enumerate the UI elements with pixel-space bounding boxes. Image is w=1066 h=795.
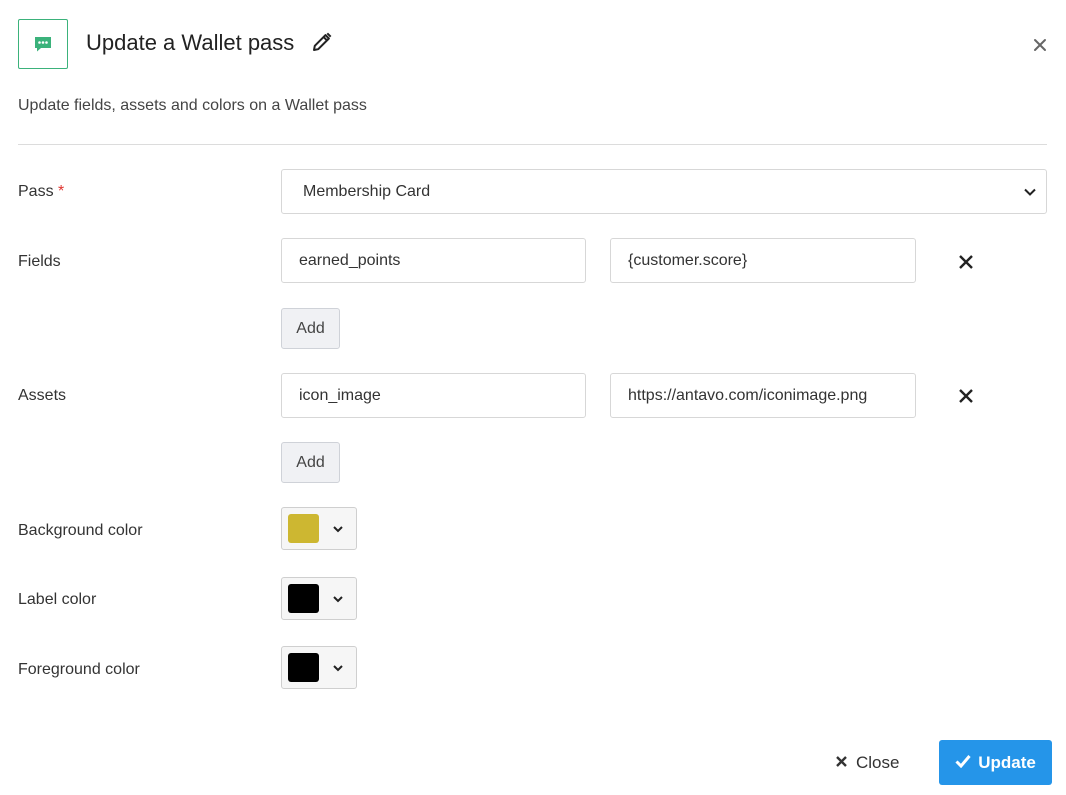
chevron-down-icon	[330, 660, 346, 676]
remove-asset-icon[interactable]	[957, 387, 975, 405]
foreground-color-picker[interactable]	[281, 646, 357, 689]
update-button[interactable]: Update	[939, 740, 1052, 785]
update-wallet-pass-dialog: Update a Wallet pass Update fields, asse…	[0, 0, 1066, 795]
background-color-picker[interactable]	[281, 507, 357, 550]
pencil-icon[interactable]	[311, 31, 333, 53]
foreground-color-label: Foreground color	[18, 661, 140, 678]
dialog-subtitle: Update fields, assets and colors on a Wa…	[18, 97, 367, 114]
chevron-down-icon	[330, 591, 346, 607]
required-marker: *	[58, 183, 65, 200]
chevron-down-icon	[1022, 184, 1038, 200]
assets-label: Assets	[18, 387, 67, 404]
close-icon[interactable]	[1031, 36, 1049, 54]
color-swatch	[288, 653, 319, 682]
chat-bubble-icon	[18, 19, 68, 69]
label-color-label: Label color	[18, 591, 97, 608]
update-button-label: Update	[978, 752, 1036, 772]
pass-select-value: Membership Card	[303, 182, 431, 200]
color-swatch	[288, 514, 319, 543]
remove-field-icon[interactable]	[957, 253, 975, 271]
dialog-title: Update a Wallet pass	[86, 30, 295, 55]
close-button-label: Close	[856, 753, 900, 772]
field-value-input[interactable]: {customer.score}	[610, 238, 916, 283]
field-key-input[interactable]: earned_points	[281, 238, 586, 283]
pass-label-text: Pass	[18, 183, 54, 200]
close-button[interactable]: Close	[835, 749, 899, 777]
pass-label: Pass *	[18, 182, 64, 202]
chevron-down-icon	[330, 521, 346, 537]
background-color-label: Background color	[18, 522, 143, 539]
fields-label: Fields	[18, 253, 61, 270]
pass-select[interactable]: Membership Card	[281, 169, 1047, 214]
checkmark-icon	[955, 753, 971, 773]
add-asset-button[interactable]: Add	[281, 442, 340, 483]
add-field-button[interactable]: Add	[281, 308, 340, 349]
color-swatch	[288, 584, 319, 613]
divider	[18, 144, 1047, 145]
asset-key-input[interactable]: icon_image	[281, 373, 586, 418]
close-icon	[835, 753, 848, 773]
label-color-picker[interactable]	[281, 577, 357, 620]
asset-value-input[interactable]: https://antavo.com/iconimage.png	[610, 373, 916, 418]
